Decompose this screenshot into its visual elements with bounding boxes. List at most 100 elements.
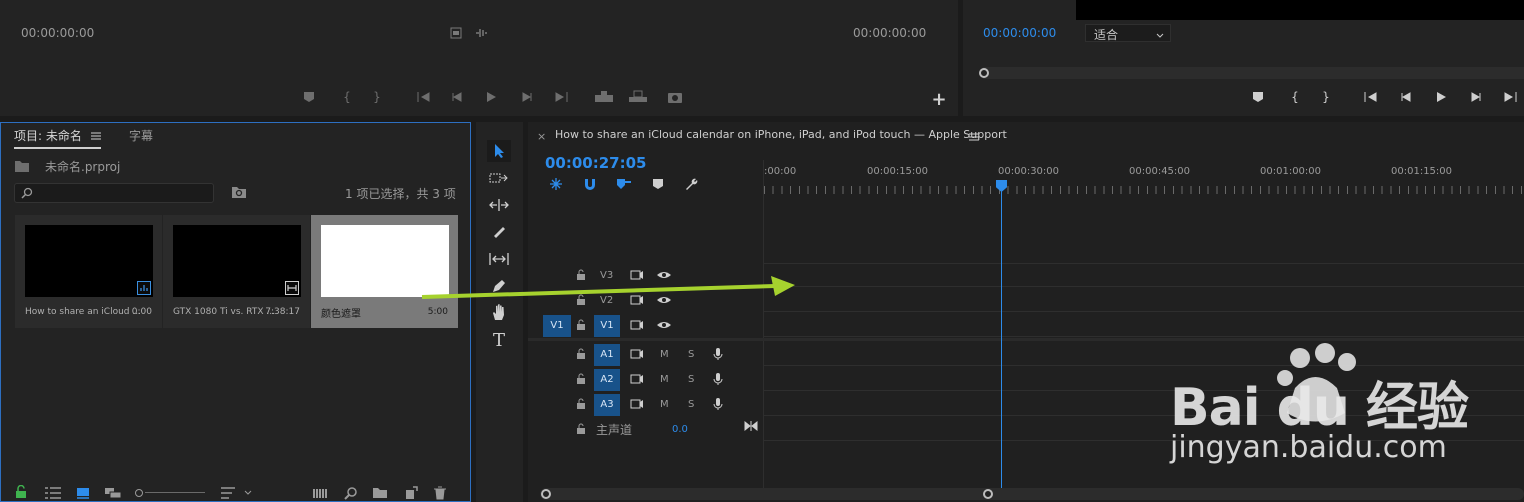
find-icon[interactable] [344,486,358,500]
wrench-icon[interactable] [684,177,698,191]
lock-icon[interactable] [15,485,27,499]
step-back-icon[interactable] [1399,90,1413,104]
program-timecode[interactable]: 00:00:00:00 [983,26,1056,40]
add-marker-icon[interactable] [1251,90,1265,104]
project-item[interactable]: GTX 1080 Ti vs. RTX ... 7:38:17 [163,215,310,328]
sync-lock-icon[interactable] [630,373,644,385]
snap-icon[interactable] [583,177,597,191]
export-frame-icon[interactable] [667,90,683,104]
mute-button[interactable]: M [660,399,669,410]
mark-in-icon[interactable]: { [1288,90,1302,104]
drag-video-icon[interactable] [450,27,462,39]
track-target-v1[interactable]: V1 [594,315,620,337]
solo-button[interactable]: S [688,374,694,385]
fit-dropdown[interactable]: 适合 [1085,24,1171,42]
ruler-label: 00:00:45:00 [1129,166,1191,177]
microphone-icon[interactable] [712,397,724,411]
sync-lock-icon[interactable] [630,319,644,331]
overwrite-icon[interactable] [628,90,648,104]
track-lane-v2[interactable] [764,288,1524,312]
zoom-slider[interactable] [135,489,207,497]
play-icon[interactable] [1434,90,1448,104]
trash-icon[interactable] [434,486,446,500]
slip-tool-icon[interactable] [487,249,511,269]
playhead-line[interactable] [1001,186,1002,488]
microphone-icon[interactable] [712,372,724,386]
new-item-icon[interactable] [404,486,418,500]
go-to-next-edit-icon[interactable] [744,420,758,432]
play-icon[interactable] [484,90,498,104]
track-target-a2[interactable]: A2 [594,369,620,391]
program-monitor: 00:00:00:00 适合 { } [963,0,1524,116]
sync-lock-icon[interactable] [630,398,644,410]
microphone-icon[interactable] [712,347,724,361]
insert-icon[interactable] [594,90,614,104]
find-bin-icon[interactable] [231,185,247,199]
mark-out-icon[interactable]: } [1319,90,1333,104]
track-target-a3[interactable]: A3 [594,394,620,416]
add-marker-icon[interactable] [302,90,316,104]
program-playhead-handle[interactable] [979,68,989,78]
mute-button[interactable]: M [660,374,669,385]
scrollbar-handle-left[interactable] [541,489,551,499]
search-input[interactable] [14,183,214,203]
track-lane-v3[interactable] [764,263,1524,287]
type-tool-icon[interactable]: T [487,329,511,351]
sync-lock-icon[interactable] [630,348,644,360]
step-back-icon[interactable] [450,90,464,104]
track-lock-icon[interactable] [576,423,586,435]
drag-audio-icon[interactable] [475,27,489,39]
sequence-tab[interactable]: How to share an iCloud calendar on iPhon… [555,128,1007,141]
track-lock-icon[interactable] [576,348,586,360]
track-lane-v1[interactable] [764,313,1524,337]
clip-icon [285,281,299,295]
tab-captions[interactable]: 字幕 [129,127,153,144]
eye-icon[interactable] [656,319,672,331]
step-forward-icon[interactable] [1469,90,1483,104]
add-marker-icon[interactable] [652,178,664,190]
timeline-timecode[interactable]: 00:00:27:05 [545,154,647,172]
nest-icon[interactable] [549,177,563,191]
go-to-out-icon[interactable] [1502,90,1518,104]
track-select-tool-icon[interactable] [487,168,511,188]
time-ruler[interactable]: :00:00 00:00:15:00 00:00:30:00 00:00:45:… [764,160,1524,198]
new-bin-icon[interactable] [372,487,388,499]
step-forward-icon[interactable] [520,90,534,104]
automate-to-sequence-icon[interactable] [313,487,329,499]
icon-view-icon[interactable] [76,487,90,499]
razor-tool-icon[interactable] [487,222,511,242]
mark-in-icon[interactable]: { [340,90,354,104]
track-lock-icon[interactable] [576,373,586,385]
program-scrub-bar[interactable] [983,67,1524,79]
linked-selection-icon[interactable] [616,177,632,191]
go-to-out-icon[interactable] [553,90,569,104]
close-sequence-icon[interactable]: × [537,130,546,143]
go-to-in-icon[interactable] [416,90,432,104]
master-volume-value[interactable]: 0.0 [672,424,688,435]
fit-dropdown-label: 适合 [1094,28,1119,42]
track-lock-icon[interactable] [576,398,586,410]
go-to-in-icon[interactable] [1363,90,1379,104]
tab-project[interactable]: 项目: 未命名 [14,127,102,149]
scrollbar-handle-right[interactable] [983,489,993,499]
selection-tool-icon[interactable] [487,140,511,162]
mark-out-icon[interactable]: } [370,90,384,104]
track-lock-icon[interactable] [576,319,586,331]
project-item[interactable]: How to share an iCloud ... 0:00 [15,215,162,328]
sort-icon[interactable] [221,487,253,499]
list-view-icon[interactable] [45,487,61,499]
zoom-slider-handle[interactable] [135,489,143,497]
source-patch-v1[interactable]: V1 [543,315,571,337]
source-timecode-right[interactable]: 00:00:00:00 [853,26,926,40]
add-button-icon[interactable]: + [931,89,946,110]
freeform-view-icon[interactable] [104,487,122,499]
panel-menu-icon[interactable] [91,130,102,143]
ripple-edit-tool-icon[interactable] [487,195,511,215]
source-timecode-left[interactable]: 00:00:00:00 [21,26,94,40]
mute-button[interactable]: M [660,349,669,360]
solo-button[interactable]: S [688,399,694,410]
sequence-menu-icon[interactable] [969,131,979,144]
track-target-a1[interactable]: A1 [594,344,620,366]
solo-button[interactable]: S [688,349,694,360]
timeline-scrollbar[interactable] [540,488,1524,500]
